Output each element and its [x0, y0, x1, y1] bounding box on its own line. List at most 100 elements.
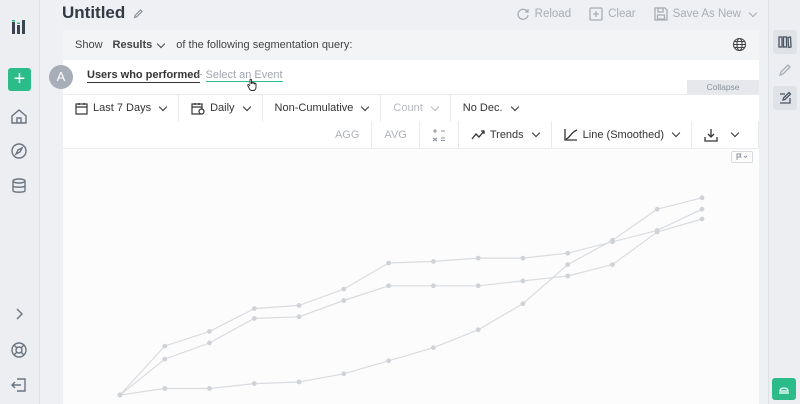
data-point[interactable] [431, 283, 436, 289]
chevron-down-icon [157, 39, 166, 48]
add-button[interactable]: + [8, 68, 31, 91]
data-point[interactable] [162, 356, 168, 362]
series-line-2 [119, 218, 703, 396]
data-point[interactable] [431, 345, 436, 351]
data-point[interactable] [386, 283, 391, 289]
calendar-icon [75, 102, 88, 115]
data-point[interactable] [296, 379, 302, 385]
data-point[interactable] [610, 237, 615, 243]
data-point[interactable] [520, 255, 526, 261]
chevron-right-icon[interactable] [8, 303, 30, 325]
interval-dropdown[interactable]: Daily [179, 94, 263, 122]
avg-button[interactable]: AVG [372, 121, 420, 148]
reload-button[interactable]: Reload [516, 7, 571, 21]
data-point[interactable] [386, 358, 391, 364]
database-icon[interactable] [8, 175, 30, 197]
data-point[interactable] [251, 306, 257, 311]
data-point[interactable] [520, 301, 526, 307]
data-point[interactable] [699, 206, 705, 212]
controls-toolbar: Last 7 Days Daily Non-Cumulative Count N… [63, 94, 759, 122]
data-point[interactable] [565, 250, 571, 256]
date-range-dropdown[interactable]: Last 7 Days [63, 94, 180, 122]
data-point[interactable] [475, 283, 481, 289]
data-point[interactable] [251, 381, 257, 386]
segmentation-text: of the following segmentation query: [176, 39, 353, 51]
data-point[interactable] [207, 386, 212, 391]
edit-note-icon[interactable] [773, 86, 797, 110]
query-letter-badge: A [49, 65, 73, 89]
trend-arrow-icon [471, 129, 485, 141]
formula-button[interactable] [420, 121, 459, 148]
save-as-new-label: Save As New [672, 8, 741, 20]
select-event-button[interactable]: + Select an Event [196, 69, 283, 82]
data-point[interactable] [296, 303, 302, 308]
data-point[interactable] [341, 286, 347, 292]
data-point[interactable] [296, 314, 302, 320]
data-point[interactable] [699, 216, 705, 222]
trends-dropdown[interactable]: Trends [459, 121, 552, 148]
chevron-down-icon [671, 128, 681, 138]
data-point[interactable] [162, 386, 168, 391]
cumulative-label: Non-Cumulative [274, 102, 354, 114]
top-actions: Reload Clear Save As New [516, 7, 758, 21]
results-label: Results [112, 39, 153, 51]
data-point[interactable] [341, 371, 347, 377]
chart-options-toolbar: AGG AVG Trends Line (Smoothed) [63, 121, 759, 148]
select-event-label: Select an Event [205, 69, 283, 82]
app-logo-icon[interactable] [8, 16, 30, 38]
data-point[interactable] [162, 343, 168, 349]
users-who-performed-dropdown[interactable]: Users who performed [87, 69, 201, 83]
left-nav-rail: + [0, 0, 40, 404]
results-dropdown[interactable]: Results [112, 39, 166, 51]
annotation-flag-button[interactable] [731, 151, 753, 163]
page-title[interactable]: Untitled [62, 3, 125, 23]
data-point[interactable] [475, 327, 481, 333]
help-lifebuoy-icon[interactable] [8, 339, 30, 361]
plus-icon: + [196, 69, 203, 81]
edit-title-pencil-icon[interactable] [133, 8, 144, 19]
data-point[interactable] [565, 273, 571, 279]
data-point[interactable] [431, 259, 436, 264]
data-point[interactable] [654, 206, 660, 212]
data-point[interactable] [117, 392, 123, 398]
data-point[interactable] [699, 195, 705, 201]
globe-icon[interactable] [732, 37, 747, 52]
query-panel: Show Results of the following segmentati… [49, 30, 759, 404]
hand-cursor-icon [246, 78, 260, 92]
series-line-1 [119, 208, 703, 396]
download-dropdown[interactable] [692, 121, 759, 148]
data-point[interactable] [565, 262, 571, 267]
clear-button[interactable]: Clear [589, 7, 636, 21]
chevron-down-icon [158, 102, 168, 111]
chevron-down-icon [430, 102, 440, 111]
data-point[interactable] [610, 262, 615, 267]
data-point[interactable] [207, 329, 212, 334]
data-point[interactable] [341, 298, 347, 303]
chevron-down-icon [242, 102, 251, 111]
cumulative-dropdown[interactable]: Non-Cumulative [263, 94, 382, 122]
chevron-down-icon [748, 8, 758, 17]
data-point[interactable] [251, 316, 257, 321]
clear-label: Clear [608, 8, 636, 20]
query-definition-row: Show Results of the following segmentati… [63, 30, 759, 60]
count-dropdown[interactable]: Count [381, 94, 451, 122]
data-point[interactable] [386, 260, 391, 266]
pen-icon[interactable] [773, 58, 797, 82]
data-point[interactable] [654, 229, 660, 235]
library-icon[interactable] [773, 30, 797, 54]
home-icon[interactable] [8, 105, 30, 127]
data-point[interactable] [520, 278, 526, 284]
trends-label: Trends [489, 128, 524, 141]
series-line-3 [119, 197, 703, 396]
logout-icon[interactable] [8, 374, 30, 396]
collapse-button[interactable]: Collapse [687, 80, 759, 94]
line-type-dropdown[interactable]: Line (Smoothed) [552, 121, 692, 148]
save-as-new-button[interactable]: Save As New [653, 7, 758, 21]
chat-support-button[interactable] [772, 378, 796, 400]
agg-button[interactable]: AGG [323, 121, 373, 148]
compass-icon[interactable] [8, 140, 30, 162]
data-point[interactable] [475, 255, 481, 261]
data-point[interactable] [207, 340, 212, 346]
line-chart [117, 195, 705, 398]
decimals-dropdown[interactable]: No Dec. [451, 95, 530, 122]
